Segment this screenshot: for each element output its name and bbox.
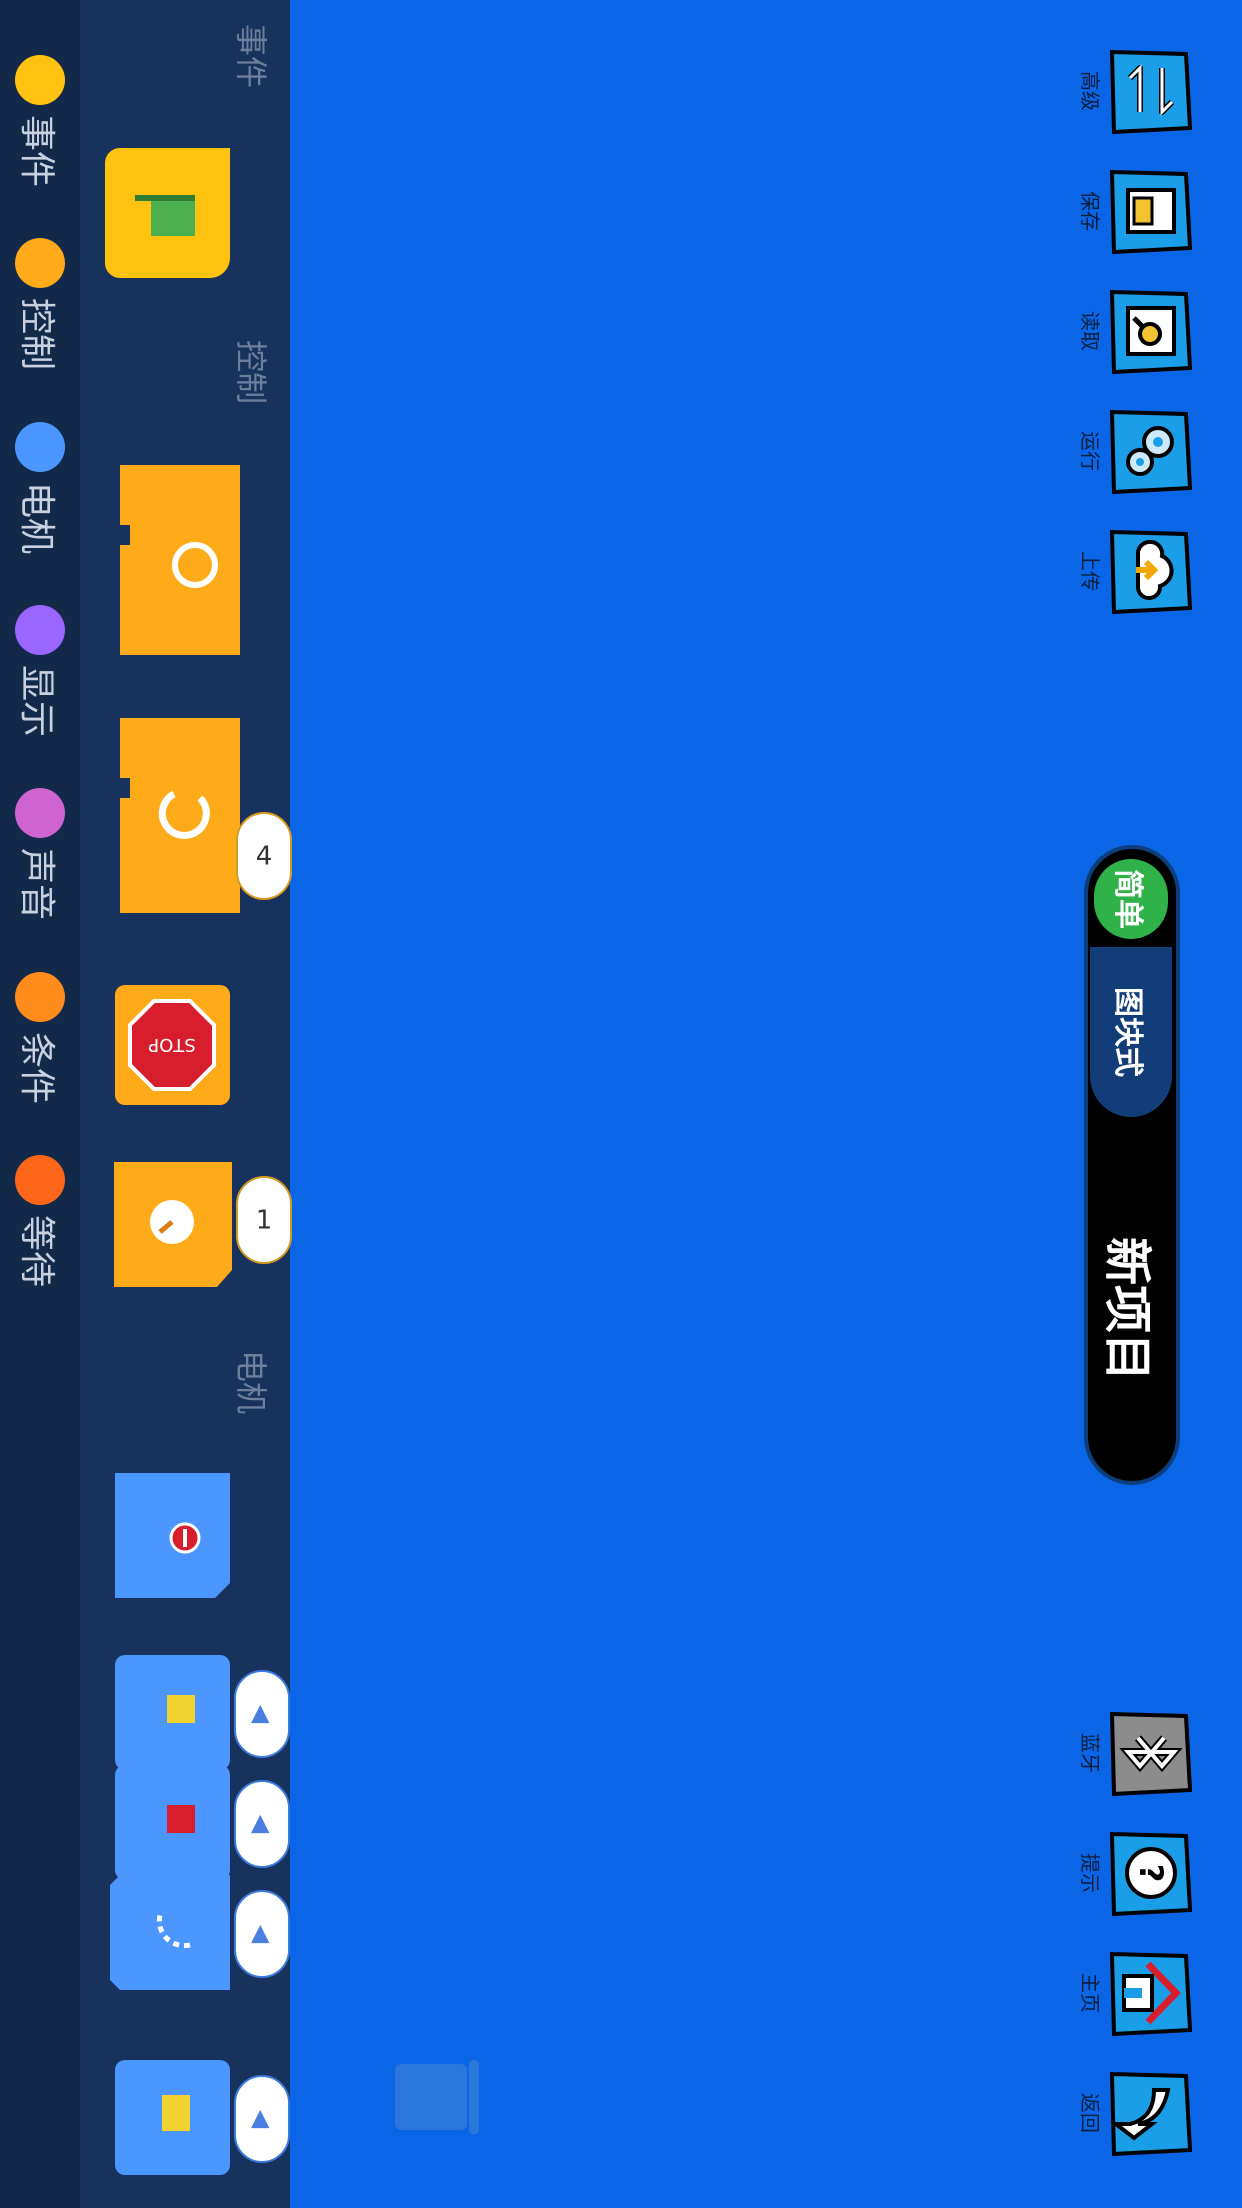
home-label: 主页 (1078, 1973, 1102, 2013)
motor-speed-block[interactable] (110, 1875, 230, 1990)
motor-rotate-block[interactable] (115, 1765, 230, 1880)
category-dot (15, 972, 65, 1022)
hint-button[interactable]: ? (1109, 1830, 1193, 1917)
motor-rotate-dropdown[interactable]: ◀ (234, 1780, 290, 1868)
section-motor-title: 电机 (232, 1350, 270, 1415)
category-events[interactable]: 事件 (0, 55, 80, 187)
category-motor[interactable]: 电机 (0, 422, 80, 554)
bluetooth-button[interactable] (1109, 1710, 1193, 1797)
load-label: 读取 (1078, 311, 1102, 351)
save-icon (1109, 169, 1193, 255)
category-wait[interactable]: 等待 (0, 1155, 80, 1287)
bluetooth-icon (1109, 1711, 1193, 1797)
category-sound[interactable]: 声音 (0, 788, 80, 920)
category-label: 等待 (16, 1215, 57, 1288)
advanced-button[interactable] (1109, 48, 1193, 135)
stop-block[interactable]: STOP (115, 985, 230, 1105)
trash-icon[interactable] (392, 2060, 487, 2134)
save-label: 保存 (1078, 191, 1102, 231)
repeat-count[interactable]: 4 (236, 812, 292, 900)
category-display[interactable]: 显示 (0, 605, 80, 737)
category-label: 控制 (16, 298, 57, 371)
save-button[interactable] (1109, 168, 1193, 255)
mode-pill: 简单 图块式 新项目 (1084, 845, 1180, 1485)
motor-stop-block[interactable] (115, 1473, 230, 1598)
run-button[interactable] (1109, 408, 1193, 495)
category-condition[interactable]: 条件 (0, 972, 80, 1104)
back-arrow-icon (1109, 2071, 1193, 2157)
block-palette: 事件 控制 电机 4 STOP 1 ◀ ◀ ◀ ◀ (78, 0, 292, 2208)
category-dot (15, 605, 65, 655)
svg-text:STOP: STOP (148, 1034, 196, 1055)
motor-speed-dropdown[interactable]: ◀ (234, 1890, 290, 1978)
svg-text:?: ? (1132, 1864, 1170, 1883)
category-label: 显示 (16, 665, 57, 738)
swap-arrows-icon (1109, 49, 1193, 135)
category-bar: 事件 控制 电机 显示 声音 条件 等待 (0, 0, 80, 2208)
back-button[interactable] (1109, 2070, 1193, 2157)
load-search-icon (1109, 289, 1193, 375)
category-label: 电机 (16, 482, 57, 555)
hint-label: 提示 (1078, 1853, 1102, 1893)
category-dot (15, 788, 65, 838)
motor-ab-dropdown[interactable]: ◀ (234, 2075, 290, 2163)
app-stage: 高级 保存 读取 运行 上传 简单 图块式 新项目 蓝牙 ? 提示 主页 返回 … (0, 0, 1242, 2208)
category-label: 声音 (16, 848, 57, 921)
home-button[interactable] (1109, 1950, 1193, 2037)
wait-value[interactable]: 1 (236, 1176, 292, 1264)
question-icon: ? (1109, 1831, 1193, 1917)
cloud-upload-icon (1109, 529, 1193, 615)
forever-loop-block[interactable] (110, 465, 250, 660)
category-label: 条件 (16, 1032, 57, 1105)
category-dot (15, 1155, 65, 1205)
upload-label: 上传 (1078, 551, 1102, 591)
graphical-mode-tab[interactable]: 图块式 (1090, 947, 1172, 1117)
motor-ab-block[interactable] (115, 2060, 230, 2175)
project-title[interactable]: 新项目 (1088, 1189, 1176, 1429)
load-button[interactable] (1109, 288, 1193, 375)
advanced-label: 高级 (1078, 71, 1102, 111)
category-dot (15, 55, 65, 105)
category-dot (15, 238, 65, 288)
wait-block[interactable] (114, 1162, 232, 1287)
motor-a-dropdown[interactable]: ◀ (234, 1670, 290, 1758)
motor-a-block[interactable] (115, 1655, 230, 1770)
bluetooth-label: 蓝牙 (1078, 1733, 1102, 1773)
upload-button[interactable] (1109, 528, 1193, 615)
category-label: 事件 (16, 115, 57, 188)
section-events-title: 事件 (232, 24, 270, 89)
repeat-block[interactable] (110, 718, 250, 918)
run-label: 运行 (1078, 431, 1102, 471)
gears-icon (1109, 409, 1193, 495)
category-control[interactable]: 控制 (0, 238, 80, 370)
when-flag-block[interactable] (105, 148, 230, 278)
section-control-title: 控制 (232, 340, 270, 405)
back-label: 返回 (1078, 2093, 1102, 2133)
category-dot (15, 422, 65, 472)
simple-mode-tab[interactable]: 简单 (1094, 859, 1168, 939)
home-icon (1109, 1951, 1193, 2037)
